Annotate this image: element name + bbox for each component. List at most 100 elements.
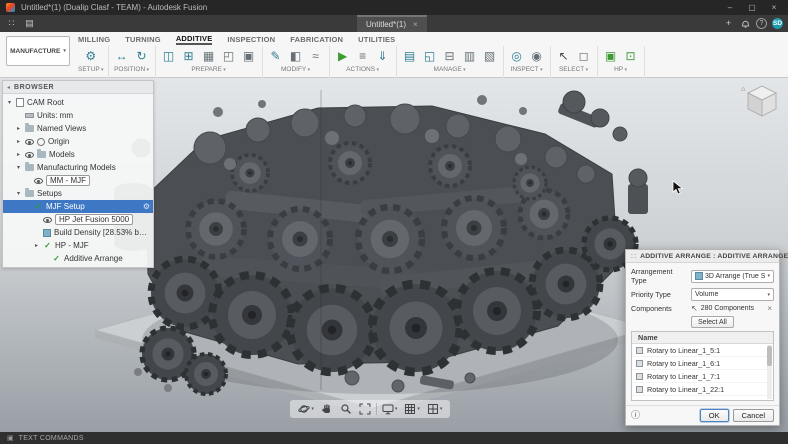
viewport-3d[interactable]: ⌂ ◂ BROWSER ▾ CAM Root Units: mm ▸ Named Vie…	[0, 78, 788, 432]
user-avatar[interactable]: SD	[772, 18, 783, 29]
ribbon-group-label-manage[interactable]: MANAGE	[434, 66, 466, 73]
ribbon-group-label-modify[interactable]: MODIFY	[281, 66, 310, 73]
expander-icon[interactable]: ▸	[33, 242, 40, 249]
simulate-additive-icon[interactable]: ≡	[354, 47, 372, 65]
priority-type-select[interactable]: Volume ▾	[691, 288, 774, 301]
rotate-component-icon[interactable]: ↻	[133, 47, 151, 65]
ribbon-tab-milling[interactable]: MILLING	[78, 35, 110, 44]
close-button[interactable]: ×	[766, 3, 782, 12]
new-setup-icon[interactable]: ⚙	[82, 47, 100, 65]
edit-support-icon[interactable]: ✎	[267, 47, 285, 65]
eye-icon[interactable]	[34, 177, 43, 184]
templates-icon[interactable]: ▥	[461, 47, 479, 65]
section-analysis-icon[interactable]: ◉	[528, 47, 546, 65]
select-arrow-icon[interactable]: ↖	[555, 47, 573, 65]
cancel-button[interactable]: Cancel	[732, 409, 774, 422]
clear-selection-icon[interactable]: ×	[765, 304, 774, 313]
move-component-icon[interactable]: ↔	[113, 47, 131, 65]
ribbon-tab-inspection[interactable]: INSPECTION	[227, 35, 275, 44]
scrollbar-thumb[interactable]	[767, 346, 772, 366]
expander-icon[interactable]: ▸	[15, 125, 22, 132]
eye-icon[interactable]	[25, 138, 34, 145]
component-row[interactable]: Rotary to Linear_1_6:1	[632, 357, 773, 370]
ribbon-group-label-position[interactable]: POSITION	[114, 66, 149, 73]
hp-export-icon[interactable]: ⊡	[622, 47, 640, 65]
tree-item-additive-arrange[interactable]: ✓ Additive Arrange	[3, 252, 153, 265]
document-tab[interactable]: Untitled*(1) ×	[357, 15, 427, 32]
tree-item-hp-jet-fusion-5000[interactable]: HP Jet Fusion 5000	[3, 213, 153, 226]
tree-item-units-mm[interactable]: Units: mm	[3, 109, 153, 122]
expander-icon[interactable]: ▾	[6, 99, 13, 106]
text-commands-icon[interactable]: ▣	[7, 434, 14, 442]
workspace-selector[interactable]: MANUFACTURE ▾	[6, 36, 70, 66]
smooth-icon[interactable]: ≈	[307, 47, 325, 65]
notifications-bell-icon[interactable]	[740, 18, 751, 29]
ribbon-group-label-actions[interactable]: ACTIONS	[346, 66, 379, 73]
text-commands-label[interactable]: TEXT COMMANDS	[19, 435, 84, 442]
info-icon[interactable]: ⓘ	[631, 411, 640, 420]
print-settings-icon[interactable]: ◱	[421, 47, 439, 65]
view-cube[interactable]: ⌂	[740, 82, 782, 122]
ribbon-group-label-hp[interactable]: HP	[614, 66, 627, 73]
table-scrollbar[interactable]	[767, 345, 772, 399]
display-settings[interactable]: ▾	[380, 402, 400, 416]
zoom-tool[interactable]	[338, 402, 354, 416]
arrangement-type-select[interactable]: 3D Arrange (True Shape) ▾	[691, 269, 774, 283]
hp-build-icon[interactable]: ▣	[602, 47, 620, 65]
tree-item-mm-mjf[interactable]: MM - MJF	[3, 174, 153, 187]
task-manager-icon[interactable]: ▧	[481, 47, 499, 65]
expander-icon[interactable]: ▾	[15, 190, 22, 197]
maximize-button[interactable]: ▢	[744, 3, 760, 12]
component-row[interactable]: Rotary to Linear_1_7:1	[632, 370, 773, 383]
orbit-tool[interactable]: ▾	[296, 402, 316, 416]
fit-view-tool[interactable]	[357, 402, 373, 416]
drag-grip-icon[interactable]: ∷	[631, 252, 636, 261]
tree-item-models[interactable]: ▸ Models	[3, 148, 153, 161]
ok-button[interactable]: OK	[699, 409, 729, 422]
components-selection[interactable]: ↖ 280 Components ×	[691, 304, 774, 313]
viewports-settings[interactable]: ▾	[425, 402, 445, 416]
grid-settings[interactable]: ▾	[402, 402, 422, 416]
eye-icon[interactable]	[25, 151, 34, 158]
export-build-icon[interactable]: ⇓	[374, 47, 392, 65]
tree-item-named-views[interactable]: ▸ Named Views	[3, 122, 153, 135]
component-row[interactable]: Rotary to Linear_1_5:1	[632, 344, 773, 357]
window-select-icon[interactable]: ◻	[575, 47, 593, 65]
ribbon-group-label-inspect[interactable]: INSPECT	[511, 66, 543, 73]
app-grid-icon[interactable]: ∷	[5, 15, 18, 32]
ribbon-tab-utilities[interactable]: UTILITIES	[358, 35, 395, 44]
pan-tool[interactable]	[319, 402, 335, 416]
automatic-orientation-icon[interactable]: ◫	[160, 47, 178, 65]
help-icon[interactable]: ?	[756, 18, 767, 29]
tab-close-icon[interactable]: ×	[413, 20, 418, 29]
new-tab-icon[interactable]: +	[722, 15, 735, 32]
expander-icon[interactable]: ▸	[15, 138, 22, 145]
collapse-browser-icon[interactable]: ◂	[7, 84, 10, 91]
support-structure-icon[interactable]: ▦	[200, 47, 218, 65]
tool-library-icon[interactable]: ▤	[401, 47, 419, 65]
tree-item-manufacturing-models[interactable]: ▾ Manufacturing Models	[3, 161, 153, 174]
offset-faces-icon[interactable]: ◧	[287, 47, 305, 65]
ribbon-group-label-setup[interactable]: SETUP	[78, 66, 104, 73]
tree-item-hp-mjf[interactable]: ▸ ✓ HP - MJF	[3, 239, 153, 252]
gear-icon[interactable]: ⚙	[143, 202, 150, 211]
arrange-icon[interactable]: ⊞	[180, 47, 198, 65]
component-row[interactable]: Rotary to Linear_1_22:1	[632, 383, 773, 396]
dialog-header[interactable]: ∷ ADDITIVE ARRANGE : ADDITIVE ARRANGE	[626, 250, 788, 263]
expander-icon[interactable]: ▸	[15, 151, 22, 158]
ribbon-tab-additive[interactable]: ADDITIVE	[175, 34, 213, 45]
ribbon-tab-turning[interactable]: TURNING	[125, 35, 161, 44]
generate-toolpath-icon[interactable]: ▶	[334, 47, 352, 65]
eye-icon[interactable]	[43, 216, 52, 223]
machine-library-icon[interactable]: ⊟	[441, 47, 459, 65]
ribbon-group-label-select[interactable]: SELECT	[559, 66, 588, 73]
select-all-button[interactable]: Select All	[691, 316, 734, 328]
tree-item-origin[interactable]: ▸ Origin	[3, 135, 153, 148]
tree-item-mjf-setup[interactable]: ✓ MJF Setup ⚙	[3, 200, 153, 213]
bar-supports-icon[interactable]: ◰	[220, 47, 238, 65]
data-panel-icon[interactable]: ▤	[23, 15, 36, 32]
ribbon-tab-fabrication[interactable]: FABRICATION	[290, 35, 343, 44]
minimize-button[interactable]: –	[722, 3, 738, 12]
tree-item-build-density-28-53-by-height[interactable]: Build Density [28.53% by height]	[3, 226, 153, 239]
expander-icon[interactable]: ▾	[15, 164, 22, 171]
